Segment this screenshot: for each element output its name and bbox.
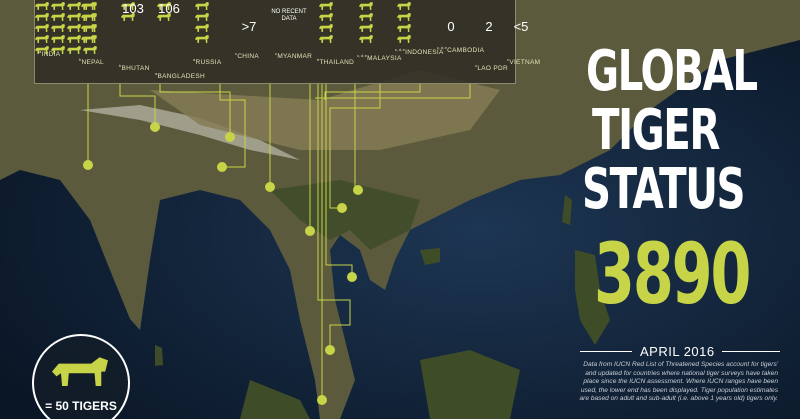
country-marker: c,d,e — [357, 53, 368, 58]
tiger-icon — [397, 34, 411, 43]
tiger-icon — [319, 23, 333, 32]
tiger-icon — [51, 1, 65, 10]
range-dot — [305, 226, 315, 236]
country-name: RUSSIA — [195, 59, 222, 67]
count-bangladesh: 106 — [158, 1, 180, 16]
tiger-icon — [319, 34, 333, 43]
tiger-icon — [51, 23, 65, 32]
country-name: NEPAL — [81, 59, 104, 67]
tiger-icons-russia — [195, 1, 209, 43]
date-rule-right — [722, 351, 780, 352]
tiger-icons-malaysia — [359, 1, 373, 43]
infographic: aINDIA bNEPAL 103 bBHUTAN 106 aBANGLADESH aRUS… — [0, 0, 800, 419]
tiger-icon — [195, 23, 209, 32]
tiger-icon — [81, 12, 95, 21]
tiger-icon — [359, 23, 373, 32]
count-myanmar: NO RECENT DATA — [271, 9, 307, 22]
tiger-icon — [67, 12, 81, 21]
range-dot — [325, 345, 335, 355]
country-name: MYANMAR — [277, 53, 313, 61]
tiger-icon — [51, 12, 65, 21]
range-dot — [83, 160, 93, 170]
country-label-vietnam: cVIETNAM — [507, 57, 540, 66]
tiger-icon — [35, 34, 49, 43]
country-label-thailand: bTHAILAND — [317, 57, 354, 66]
country-name: LAO PDR — [477, 65, 508, 73]
tiger-icon — [319, 1, 333, 10]
title-status: STATUS — [582, 157, 746, 222]
tiger-icon — [81, 34, 95, 43]
count-china: >7 — [241, 19, 257, 34]
range-dot — [225, 132, 235, 142]
range-dot — [217, 162, 227, 172]
country-marker: c,d,e — [437, 45, 448, 50]
country-name: BHUTAN — [121, 65, 150, 73]
tiger-icon — [359, 1, 373, 10]
tiger-icon — [359, 34, 373, 43]
tiger-icon — [195, 1, 209, 10]
date-rule-left — [580, 351, 632, 352]
tiger-icon — [195, 12, 209, 21]
count-lao-pdr: 2 — [485, 19, 493, 34]
country-label-bangladesh: aBANGLADESH — [155, 71, 205, 80]
total-count: 3890 — [594, 225, 751, 323]
title-tiger: TIGER — [592, 98, 720, 163]
range-dot — [337, 203, 347, 213]
tiger-icon — [397, 12, 411, 21]
country-name: INDIA — [41, 51, 61, 59]
country-name: BANGLADESH — [157, 73, 205, 81]
tiger-icons-indonesia — [397, 1, 411, 43]
count-vietnam: <5 — [513, 19, 529, 34]
tiger-icon — [67, 45, 81, 54]
legend-label: = 50 TIGERS — [45, 399, 117, 413]
tiger-icons-nepal — [81, 1, 95, 43]
range-dot — [150, 122, 160, 132]
tiger-icon — [397, 1, 411, 10]
country-label-india: aINDIA — [39, 49, 60, 58]
country-name: CHINA — [237, 53, 260, 61]
country-label-myanmar: cMYANMAR — [275, 51, 312, 60]
tiger-icon — [83, 45, 97, 54]
tiger-icon — [35, 23, 49, 32]
range-dot — [353, 185, 363, 195]
tiger-icon — [67, 23, 81, 32]
country-label-russia: aRUSSIA — [193, 57, 222, 66]
tiger-icon — [359, 12, 373, 21]
tiger-icon — [195, 34, 209, 43]
tiger-icon — [52, 357, 108, 386]
country-label-bhutan: bBHUTAN — [119, 63, 150, 72]
country-name: MALAYSIA — [367, 55, 402, 63]
tiger-icon — [319, 12, 333, 21]
country-label-cambodia: c,d,eCAMBODIA — [437, 45, 484, 54]
country-name: THAILAND — [319, 59, 355, 67]
country-name: CAMBODIA — [447, 47, 485, 55]
sri-lanka-island — [155, 345, 163, 366]
count-bhutan: 103 — [122, 1, 144, 16]
tiger-icon — [35, 12, 49, 21]
country-marker: c,d,e — [395, 47, 406, 52]
tiger-icon — [51, 34, 65, 43]
tiger-icon — [67, 1, 81, 10]
count-cambodia: 0 — [447, 19, 455, 34]
tiger-icon — [81, 23, 95, 32]
tiger-icon — [81, 1, 95, 10]
tiger-icon — [67, 34, 81, 43]
country-label-lao-pdr: cLAO PDR — [475, 63, 508, 72]
footnote: Data from IUCN Red List of Threatened Sp… — [579, 361, 778, 402]
title-global: GLOBAL — [586, 39, 758, 104]
country-label-china: cCHINA — [235, 51, 259, 60]
tiger-icon — [397, 23, 411, 32]
tiger-icons-thailand — [319, 1, 333, 43]
date-label: APRIL 2016 — [640, 344, 715, 359]
country-name: VIETNAM — [509, 59, 541, 67]
range-dot — [317, 395, 327, 405]
tiger-icon — [35, 1, 49, 10]
country-label-nepal: bNEPAL — [79, 57, 104, 66]
range-dot — [347, 272, 357, 282]
country-panel: aINDIA bNEPAL 103 bBHUTAN 106 aBANGLADESH aRUS… — [34, 0, 540, 84]
range-dot — [265, 182, 275, 192]
